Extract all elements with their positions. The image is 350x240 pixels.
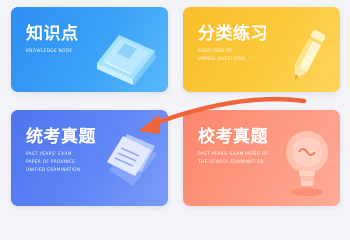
card-title: 知识点 bbox=[26, 24, 79, 44]
card-category-exercises[interactable]: 分类练习 EXERCISES OF VARIED QUESTIONS bbox=[183, 7, 340, 92]
card-title: 统考真题 bbox=[26, 127, 96, 147]
card-subtitle-line: EXERCISES OF bbox=[198, 49, 233, 54]
card-unified-exam-papers[interactable]: 统考真题 PAST YEARS' EXAM PAPER OF PROVINCE … bbox=[11, 110, 168, 206]
card-subtitle: KNOWLEDGE NODE bbox=[26, 48, 72, 56]
card-title: 校考真题 bbox=[198, 127, 268, 147]
pencil-icon bbox=[294, 30, 326, 80]
card-subtitle-line: VARIED QUESTIONS bbox=[198, 57, 246, 62]
card-subtitle-line: UNIFIED EXAMINATION bbox=[26, 168, 81, 173]
card-subtitle: PAST YEARS' EXAM PAPER OF PROVINCE UNIFI… bbox=[26, 151, 80, 175]
card-title: 分类练习 bbox=[198, 24, 268, 44]
card-subtitle-line: KNOWLEDGE NODE bbox=[26, 49, 73, 54]
card-school-exam-papers[interactable]: 校考真题 PAST YEARS' EXAM PAPER OF THE SCHOO… bbox=[183, 110, 340, 206]
lightbulb-icon bbox=[286, 131, 328, 196]
book-icon bbox=[97, 35, 157, 85]
card-subtitle-line: PAST YEARS' EXAM bbox=[26, 152, 72, 157]
card-subtitle-line: PAPER OF PROVINCE bbox=[26, 160, 76, 165]
card-subtitle: PAST YEARS' EXAM PAPER OF THE SCHOOL EXA… bbox=[198, 151, 268, 167]
card-knowledge-node[interactable]: 知识点 KNOWLEDGE NODE bbox=[11, 7, 168, 92]
card-subtitle: EXERCISES OF VARIED QUESTIONS bbox=[198, 48, 245, 64]
papers-icon bbox=[107, 134, 157, 186]
card-subtitle-line: PAST YEARS' EXAM PAPER OF bbox=[198, 152, 269, 157]
card-subtitle-line: THE SCHOOL EXAMINATION bbox=[198, 160, 264, 165]
